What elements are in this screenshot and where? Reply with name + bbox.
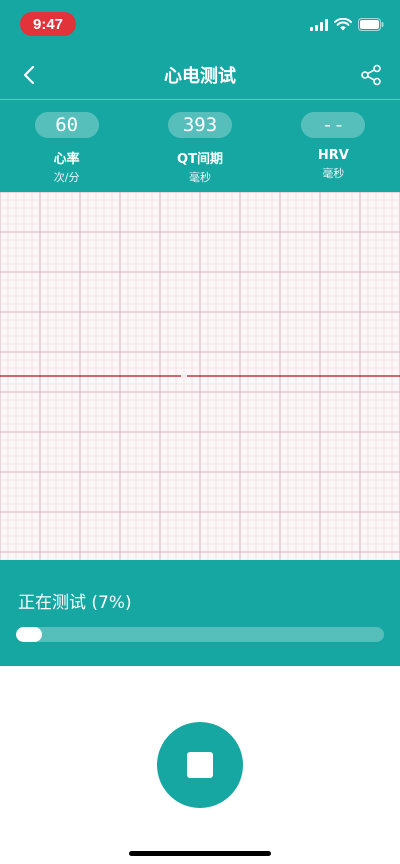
stop-icon: [187, 752, 213, 778]
page-title: 心电测试: [164, 66, 236, 87]
qt-interval-unit: 毫秒: [188, 171, 211, 184]
status-time: 9:47: [20, 12, 76, 36]
home-indicator: [129, 851, 271, 856]
share-icon: [361, 64, 381, 86]
heart-rate-value: 60: [34, 112, 99, 138]
ecg-chart: [0, 192, 400, 560]
progress-status-text: 正在测试 (7%): [18, 593, 132, 613]
hrv-label: HRV: [317, 148, 349, 163]
wifi-icon: [334, 18, 352, 31]
qt-interval-label: QT间期: [177, 152, 223, 167]
heart-rate-label: 心率: [53, 152, 80, 167]
qt-interval-value: 393: [167, 112, 232, 138]
signal-icon: [310, 18, 328, 31]
ecg-grid: [0, 192, 400, 560]
progress-bar: [16, 627, 384, 642]
heart-rate-unit: 次/分: [53, 171, 80, 184]
stop-button[interactable]: [157, 722, 243, 808]
hrv-value: --: [301, 112, 366, 138]
nav-bar: 心电测试: [0, 48, 400, 100]
share-button[interactable]: [356, 60, 386, 90]
status-icons: [310, 18, 384, 31]
battery-icon: [358, 18, 384, 31]
progress-panel: 正在测试 (7%): [0, 560, 400, 666]
hrv-unit: 毫秒: [322, 167, 345, 180]
progress-fill: [16, 627, 42, 642]
metric-heart-rate: 60 心率 次/分: [0, 100, 133, 192]
metrics-panel: 60 心率 次/分 393 QT间期 毫秒 -- HRV 毫秒: [0, 100, 400, 192]
status-bar: 9:47: [0, 0, 400, 48]
metric-qt-interval: 393 QT间期 毫秒: [133, 100, 266, 192]
metric-hrv: -- HRV 毫秒: [267, 100, 400, 192]
